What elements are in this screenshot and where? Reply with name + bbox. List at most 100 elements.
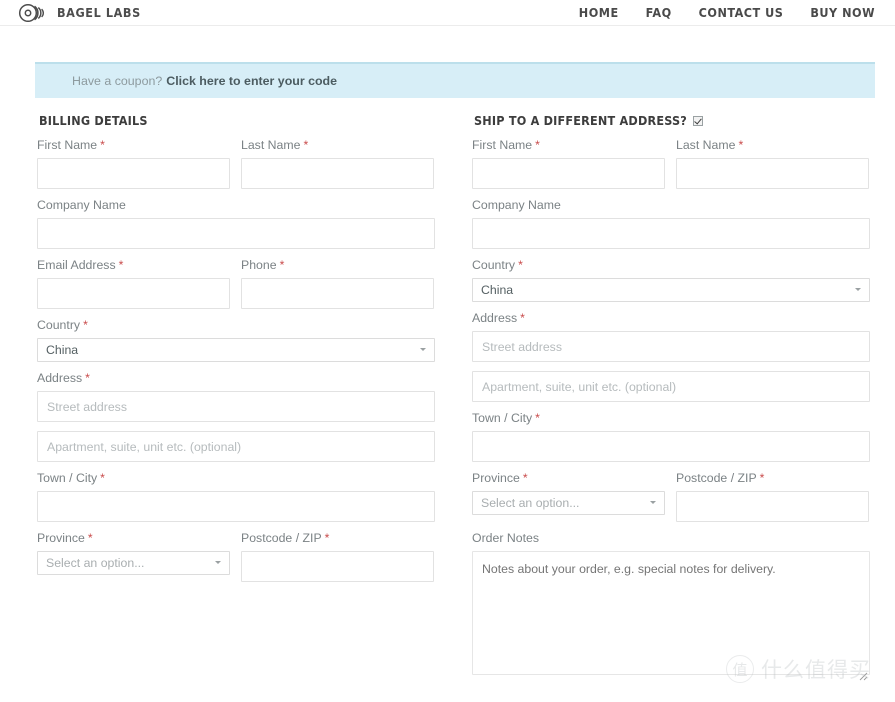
- shipping-postcode-field: Postcode / ZIP *: [676, 471, 869, 522]
- required-asterisk: *: [303, 138, 309, 152]
- nav-contact-us[interactable]: CONTACT US: [699, 5, 784, 20]
- shipping-first-name-input[interactable]: [472, 158, 665, 189]
- shipping-country-field: Country * China: [472, 258, 870, 302]
- billing-phone-field: Phone *: [241, 258, 434, 309]
- billing-country-select[interactable]: China: [37, 338, 435, 362]
- billing-address-line1-input[interactable]: [37, 391, 435, 422]
- billing-first-name-label: First Name *: [37, 138, 230, 152]
- shipping-first-name-label: First Name *: [472, 138, 665, 152]
- brand[interactable]: BAGEL LABS: [18, 2, 141, 24]
- shipping-town-city-field: Town / City *: [472, 411, 870, 462]
- required-asterisk: *: [522, 471, 528, 485]
- label-text: Email Address: [37, 258, 116, 272]
- billing-postcode-input[interactable]: [241, 551, 434, 582]
- billing-town-city-label: Town / City *: [37, 471, 435, 485]
- label-text: Phone: [241, 258, 277, 272]
- billing-province-field: Province * Select an option...: [37, 531, 230, 582]
- chevron-down-icon: [420, 348, 427, 353]
- billing-name-row: First Name * Last Name *: [37, 138, 435, 198]
- shipping-address-line1-input[interactable]: [472, 331, 870, 362]
- required-asterisk: *: [87, 531, 93, 545]
- billing-email-label: Email Address *: [37, 258, 230, 272]
- checkout-page: Have a coupon? Click here to enter your …: [0, 62, 895, 689]
- shipping-postcode-label: Postcode / ZIP *: [676, 471, 869, 485]
- order-notes-label: Order Notes: [472, 531, 539, 545]
- shipping-company-name-label: Company Name: [472, 198, 561, 212]
- billing-email-field: Email Address *: [37, 258, 230, 309]
- billing-last-name-input[interactable]: [241, 158, 434, 189]
- required-asterisk: *: [535, 411, 540, 425]
- nav-buy-now[interactable]: BUY NOW: [810, 5, 875, 20]
- billing-province-value: Select an option...: [46, 556, 145, 570]
- shipping-last-name-input[interactable]: [676, 158, 869, 189]
- label-text: Postcode / ZIP: [676, 471, 757, 485]
- shipping-last-name-label: Last Name *: [676, 138, 869, 152]
- label-text: Country: [37, 318, 81, 332]
- label-text: First Name: [472, 138, 533, 152]
- shipping-country-select[interactable]: China: [472, 278, 870, 302]
- coupon-link[interactable]: Click here to enter your code: [166, 74, 337, 88]
- chevron-down-icon: [855, 288, 862, 293]
- required-asterisk: *: [535, 138, 540, 152]
- billing-region-row: Province * Select an option... Postcode /…: [37, 531, 435, 591]
- billing-address-label: Address *: [37, 371, 435, 385]
- billing-town-city-field: Town / City *: [37, 471, 435, 522]
- site-header: BAGEL LABS HOME FAQ CONTACT US BUY NOW: [0, 0, 895, 26]
- billing-last-name-label: Last Name *: [241, 138, 434, 152]
- billing-details-heading: BILLING DETAILS: [39, 113, 435, 128]
- shipping-address-line2-input[interactable]: [472, 371, 870, 402]
- shipping-address-field: Address *: [472, 311, 870, 362]
- billing-phone-input[interactable]: [241, 278, 434, 309]
- order-notes-textarea[interactable]: [472, 551, 870, 675]
- coupon-banner[interactable]: Have a coupon? Click here to enter your …: [35, 62, 875, 98]
- chevron-down-icon: [650, 501, 657, 506]
- shipping-region-row: Province * Select an option... Postcode /…: [472, 471, 870, 531]
- billing-country-field: Country * China: [37, 318, 435, 362]
- billing-company-name-field: Company Name: [37, 198, 435, 249]
- required-asterisk: *: [324, 531, 330, 545]
- shipping-country-label: Country *: [472, 258, 870, 272]
- billing-details-section: BILLING DETAILS First Name* Last Name*: [37, 113, 435, 689]
- shipping-postcode-input[interactable]: [676, 491, 869, 522]
- shipping-province-value: Select an option...: [481, 496, 580, 510]
- bagel-rings-logo-icon: [18, 2, 48, 24]
- shipping-details-section: SHIP TO A DIFFERENT ADDRESS? First Name *…: [472, 113, 870, 689]
- shipping-country-value: China: [481, 283, 514, 297]
- shipping-province-label: Province *: [472, 471, 665, 485]
- chevron-down-icon: [215, 561, 222, 566]
- shipping-province-field: Province * Select an option...: [472, 471, 665, 522]
- billing-last-name-field: Last Name *: [241, 138, 434, 189]
- required-asterisk: *: [759, 471, 765, 485]
- billing-country-label: Country *: [37, 318, 435, 332]
- shipping-company-name-input[interactable]: [472, 218, 870, 249]
- billing-address-line2-input[interactable]: [37, 431, 435, 462]
- label-text: Address: [472, 311, 518, 325]
- billing-province-label: Province *: [37, 531, 230, 545]
- billing-first-name-input[interactable]: [37, 158, 230, 189]
- nav-faq[interactable]: FAQ: [646, 5, 672, 20]
- billing-company-name-input[interactable]: [37, 218, 435, 249]
- required-asterisk: *: [83, 318, 88, 332]
- billing-postcode-field: Postcode / ZIP *: [241, 531, 434, 582]
- billing-phone-label: Phone *: [241, 258, 434, 272]
- label-text: Last Name: [676, 138, 736, 152]
- billing-address-field: Address *: [37, 371, 435, 422]
- required-asterisk: *: [518, 258, 523, 272]
- required-asterisk: *: [738, 138, 744, 152]
- ship-to-different-address-checkbox[interactable]: [693, 115, 704, 126]
- billing-email-input[interactable]: [37, 278, 230, 309]
- label-text: Address: [37, 371, 83, 385]
- billing-province-select[interactable]: Select an option...: [37, 551, 230, 575]
- required-asterisk: *: [100, 471, 105, 485]
- label-text: Province: [472, 471, 520, 485]
- shipping-company-name-field: Company Name: [472, 198, 870, 249]
- nav-home[interactable]: HOME: [579, 5, 619, 20]
- required-asterisk: *: [279, 258, 285, 272]
- shipping-province-select[interactable]: Select an option...: [472, 491, 665, 515]
- billing-postcode-label: Postcode / ZIP *: [241, 531, 434, 545]
- shipping-details-heading: SHIP TO A DIFFERENT ADDRESS?: [474, 113, 870, 128]
- shipping-town-city-input[interactable]: [472, 431, 870, 462]
- required-asterisk: *: [118, 258, 124, 272]
- billing-town-city-input[interactable]: [37, 491, 435, 522]
- required-asterisk: *: [85, 371, 90, 385]
